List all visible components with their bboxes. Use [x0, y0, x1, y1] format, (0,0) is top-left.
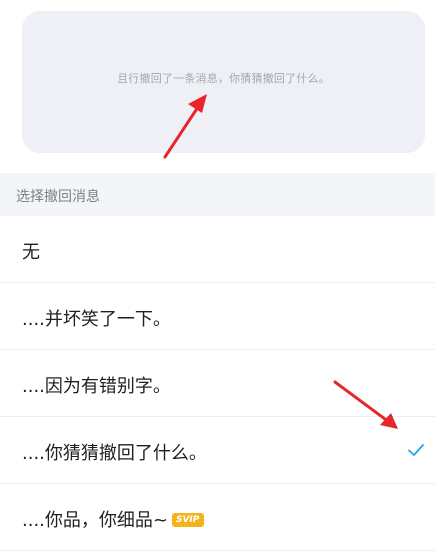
section-header-label: 选择撤回消息	[16, 189, 100, 205]
option-guess[interactable]: ....你猜猜撤回了什么。	[0, 417, 435, 484]
option-label: ....你品，你细品~ SVIP	[22, 506, 205, 532]
option-label-text: ....你品，你细品~	[22, 510, 168, 531]
recall-options-list: 无 ....并坏笑了一下。 ....因为有错别字。 ....你猜猜撤回了什么。 …	[0, 216, 435, 551]
option-label: ....因为有错别字。	[22, 376, 171, 397]
option-label: ....并坏笑了一下。	[22, 309, 171, 330]
recall-preview-text: 且行撤回了一条消息，你猜猜撤回了什么。	[117, 72, 330, 85]
section-header: 选择撤回消息	[0, 173, 435, 216]
option-none[interactable]: 无	[0, 216, 435, 283]
option-typo[interactable]: ....因为有错别字。	[0, 350, 435, 417]
svip-badge: SVIP	[171, 512, 205, 527]
preview-area: 且行撤回了一条消息，你猜猜撤回了什么。	[0, 0, 435, 173]
checkmark-icon	[408, 444, 424, 456]
option-label: 无	[22, 242, 40, 263]
option-label: ....你猜猜撤回了什么。	[22, 443, 207, 464]
option-savor[interactable]: ....你品，你细品~ SVIP	[0, 484, 435, 551]
option-smirk[interactable]: ....并坏笑了一下。	[0, 283, 435, 350]
recall-preview-card: 且行撤回了一条消息，你猜猜撤回了什么。	[22, 11, 425, 153]
